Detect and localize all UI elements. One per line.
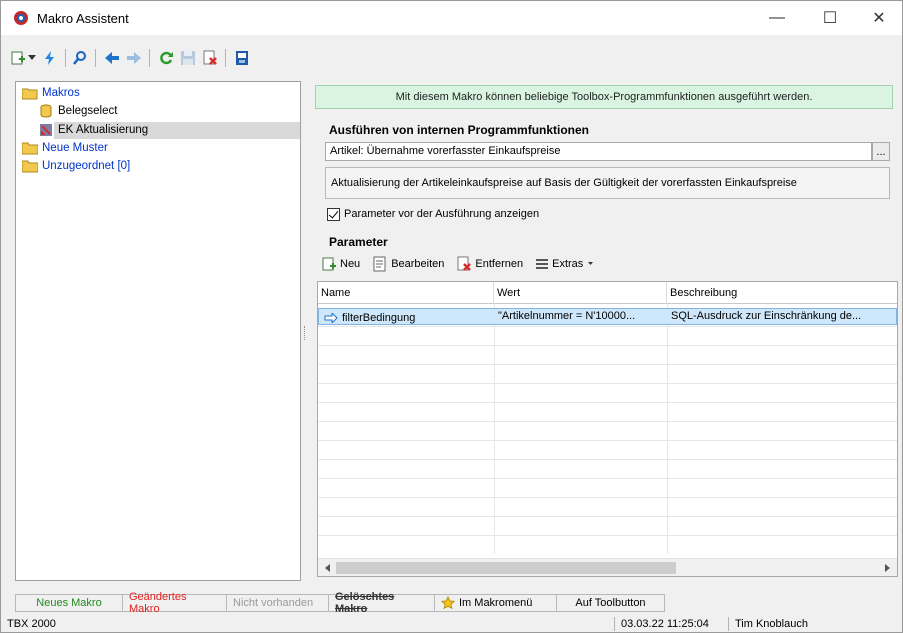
show-params-checkbox-row[interactable]: Parameter vor der Ausführung anzeigen [327,206,539,222]
window-title: Makro Assistent [37,11,129,26]
function-description: Aktualisierung der Artikeleinkaufspreise… [325,167,890,199]
scroll-left-icon[interactable] [320,560,336,576]
close-button[interactable]: ✕ [856,1,902,35]
tree-item-makros[interactable]: Makros [22,85,80,101]
browse-button[interactable]: ... [872,142,890,161]
edit-icon [372,256,388,272]
function-field[interactable]: Artikel: Übernahme vorerfasster Einkaufs… [325,142,872,161]
param-name: filterBedingung [342,311,416,324]
app-logo-icon [13,10,29,26]
folder-open-icon [22,86,38,100]
splitter-handle[interactable] [304,326,307,340]
params-toolbar: Neu Bearbeiten Entfernen Extras [321,254,608,274]
database-icon [38,104,54,118]
scrollbar-thumb[interactable] [336,562,676,574]
tree-item-neue-muster[interactable]: Neue Muster [22,140,108,156]
param-extras-button[interactable]: Extras [535,258,596,270]
delete-icon[interactable] [199,47,221,69]
save-icon[interactable] [177,47,199,69]
legend-toolbutton: Auf Toolbutton [557,594,665,612]
legend-changed-macro: Geändertes Makro [123,591,227,615]
chevron-down-icon [588,262,594,266]
checkbox-label: Parameter vor der Ausführung anzeigen [344,208,540,220]
macro-tree[interactable]: Makros Belegselect EK Aktualisierung Neu… [15,81,301,581]
macro-icon [38,123,54,137]
info-banner: Mit diesem Makro können beliebige Toolbo… [315,85,893,109]
tree-item-label: Neue Muster [42,142,108,154]
exec-section-label: Ausführen von internen Programmfunktione… [329,123,590,137]
tree-item-label: EK Aktualisierung [58,124,149,136]
makro-assistent-window: Makro Assistent — ☐ ✕ Makros Belegselect… [0,0,903,633]
row-name-cell: filterBedingung [321,310,495,325]
dropdown-arrow-icon[interactable] [27,47,37,69]
row-value-cell: "Artikelnummer = N'10000... [498,310,636,322]
refresh-icon[interactable] [155,47,177,69]
exit-icon[interactable] [231,47,253,69]
row-indicator-arrow-icon [324,312,338,323]
legend-deleted-macro: Gelöschtes Makro [329,591,435,615]
forward-arrow-icon[interactable] [123,47,145,69]
params-section-label: Parameter [329,235,388,249]
column-header-wert[interactable]: Wert [494,282,667,304]
remove-icon [456,256,472,272]
folder-icon [22,159,38,173]
param-new-label: Neu [340,258,361,270]
new-macro-icon[interactable] [7,47,29,69]
status-bar: TBX 2000 03.03.22 11:25:04 Tim Knoblauch [1,615,902,633]
scroll-right-icon[interactable] [879,560,895,576]
column-header-name[interactable]: Name [318,282,494,304]
grid-header: Name Wert Beschreibung [318,282,897,304]
back-arrow-icon[interactable] [101,47,123,69]
tree-item-ek-aktualisierung[interactable]: EK Aktualisierung [38,122,148,138]
search-icon[interactable] [69,47,91,69]
param-remove-button[interactable]: Entfernen [456,256,523,272]
legend-menu-label: Im Makromenü [459,597,533,609]
tree-item-label: Makros [42,87,80,99]
legend-bar: Neues Makro Geändertes Makro Nicht vorha… [15,591,665,615]
tree-item-label: Belegselect [58,105,118,117]
star-icon [441,596,455,610]
param-edit-label: Bearbeiten [391,258,445,270]
tree-item-belegselect[interactable]: Belegselect [38,103,117,119]
status-app: TBX 2000 [7,618,56,630]
hamburger-menu-icon [535,258,549,270]
status-timestamp: 03.03.22 11:25:04 [621,618,709,630]
status-user: Tim Knoblauch [735,618,808,630]
table-row[interactable]: filterBedingung "Artikelnummer = N'10000… [318,308,897,325]
tree-item-unzugeordnet[interactable]: Unzugeordnet [0] [22,158,130,174]
legend-new-macro: Neues Makro [15,594,123,612]
legend-missing-macro: Nicht vorhanden [227,594,329,612]
minimize-button[interactable]: — [754,1,800,35]
param-new-button[interactable]: Neu [321,256,360,272]
param-extras-label: Extras [552,258,584,270]
param-edit-button[interactable]: Bearbeiten [372,256,444,272]
folder-icon [22,141,38,155]
params-grid[interactable]: Name Wert Beschreibung filterBedingung "… [317,281,898,577]
horizontal-scrollbar[interactable] [318,558,897,576]
add-icon [321,256,337,272]
maximize-button[interactable]: ☐ [807,1,853,35]
lightning-icon[interactable] [39,47,61,69]
tree-item-label: Unzugeordnet [0] [42,160,131,172]
column-header-beschreibung[interactable]: Beschreibung [667,282,897,304]
show-params-checkbox[interactable] [327,207,340,221]
legend-menu: Im Makromenü [435,594,557,612]
row-description-cell: SQL-Ausdruck zur Einschränkung de... [671,310,862,322]
title-bar: Makro Assistent — ☐ ✕ [1,1,902,35]
param-remove-label: Entfernen [475,258,524,270]
main-toolbar [1,43,902,75]
